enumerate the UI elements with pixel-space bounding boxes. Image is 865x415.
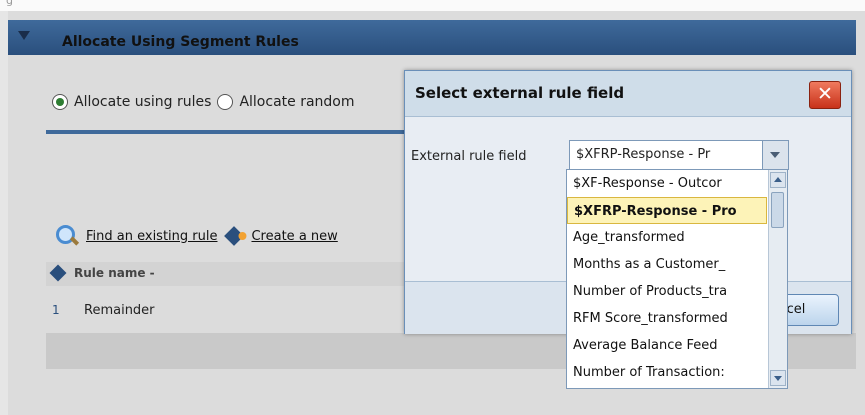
dropdown-option[interactable]: Number of Transaction: [567,359,773,386]
row-index: 1 [52,303,60,317]
dropdown-option[interactable]: Average Balance Feed [567,332,773,359]
find-rule-link[interactable]: Find an existing rule [86,229,217,244]
allocation-options: Allocate using rules Allocate random [52,94,361,110]
dropdown-option[interactable]: Number of Products_tra [567,278,773,305]
dropdown-option-selected[interactable]: $XFRP-Response - Pro [567,197,767,224]
panel-title: Allocate Using Segment Rules [62,34,299,50]
external-rule-field-label: External rule field [411,149,527,164]
radio-allocate-rules[interactable] [52,94,68,110]
rule-toolbar: Find an existing rule Create a new [56,225,348,247]
top-strip: g [0,0,865,11]
row-rule-name: Remainder [84,303,155,318]
field-dropdown-list: $XF-Response - Outcor $XFRP-Response - P… [566,169,788,389]
dialog-title: Select external rule field [415,84,625,102]
chevron-down-icon[interactable] [762,141,788,169]
rules-table-header: Rule name - [46,262,406,286]
top-strip-text: g [6,0,13,7]
dropdown-scrollbar[interactable] [768,170,787,388]
scroll-thumb[interactable] [771,192,784,228]
collapse-arrow-icon[interactable] [18,31,30,40]
dropdown-option[interactable]: RFM Score_transformed [567,305,773,332]
scroll-down-icon[interactable] [770,370,786,386]
dropdown-option[interactable]: Months as a Customer_ [567,251,773,278]
selected-value: $XFRP-Response - Pr [576,147,711,162]
dropdown-option[interactable]: $XF-Response - Outcor [567,170,773,197]
scroll-up-icon[interactable] [770,172,786,188]
divider [46,130,406,134]
close-button[interactable]: ✕ [809,81,841,109]
radio-allocate-rules-label[interactable]: Allocate using rules [74,94,211,110]
external-rule-field-select[interactable]: $XFRP-Response - Pr [569,140,789,170]
dropdown-option[interactable]: Age_transformed [567,224,773,251]
search-icon[interactable] [56,225,80,247]
rule-name-column-header[interactable]: Rule name - [74,266,155,280]
create-rule-link[interactable]: Create a new [251,229,337,244]
radio-allocate-random-label[interactable]: Allocate random [239,94,354,110]
rule-diamond-icon [49,264,67,282]
radio-allocate-random[interactable] [217,94,234,110]
create-rule-icon[interactable] [224,226,245,246]
